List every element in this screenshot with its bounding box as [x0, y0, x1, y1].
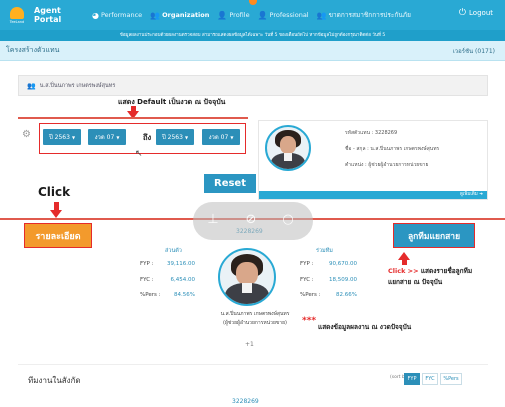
- to-period-value: งวด 07: [208, 134, 229, 141]
- personal-fyp-value: 39,116.00: [167, 261, 195, 267]
- record-icon[interactable]: ○: [279, 211, 297, 229]
- power-icon: ⏻: [458, 8, 467, 18]
- team-section-title: ทีมงานในสังกัด: [28, 376, 81, 385]
- agent-code-label: รหัสตัวแทน :: [345, 130, 374, 136]
- team-pers-value: 82.66%: [336, 292, 357, 298]
- personal-header: ส่วนตัว: [165, 248, 182, 254]
- team-section: ทีมงานในสังกัด (sort by) FYP FYC %Pers: [18, 364, 488, 394]
- agent-name-label: ชื่อ - สกุล :: [345, 146, 369, 152]
- sort-fyp-button[interactable]: FYP: [404, 373, 420, 385]
- annotation-note-line2: แยกสาย ณ ปัจจุบัน: [388, 278, 443, 286]
- annotation-click-prefix: Click >>: [388, 267, 419, 275]
- to-year-select[interactable]: ปี 2563 ▼: [156, 129, 194, 145]
- annotation-click-label: Click: [38, 185, 71, 199]
- personal-pers-value: 84.56%: [174, 292, 195, 298]
- team-fyc-value: 18,509.00: [329, 277, 357, 283]
- nav-item-label: Profile: [229, 11, 250, 19]
- nav-item-label: Professional: [269, 11, 309, 19]
- annotation-team-note: Click >> แสดงรายชื่อลูกทีม: [388, 266, 472, 276]
- mouse-cursor-icon: ↖: [135, 149, 143, 159]
- page-title-bar: โครงสร้างตัวแทน เวอร์ชัน (0171): [0, 41, 505, 61]
- user-tie-icon: 👤: [257, 10, 268, 20]
- logo-text: TeeLand: [9, 19, 25, 24]
- profile-more-link[interactable]: ดูเพิ่มเติม ➜: [259, 191, 487, 199]
- user-icon: 👤: [217, 10, 228, 20]
- agent-position-line: ตำแหน่ง : ผู้ช่วยผู้อำนวยการหน่วยขาย: [345, 161, 428, 169]
- annotation-performance-note: แสดงข้อมูลผลงาน ณ งวดปัจจุบัน: [318, 323, 412, 331]
- agent-name-line: ชื่อ - สกุล : น.ส.ปิ่นนภาพร เกษตรพงษ์สุน…: [345, 145, 439, 153]
- logout-button[interactable]: ⏻ Logout: [459, 8, 493, 18]
- page-title: โครงสร้างตัวแทน: [6, 46, 60, 54]
- sort-pers-button[interactable]: %Pers: [440, 373, 462, 385]
- brand-logo[interactable]: TeeLand: [4, 2, 30, 28]
- agent-profile-card: รหัสตัวแทน : 3228269 ชื่อ - สกุล : น.ส.ป…: [258, 120, 488, 200]
- caret-down-icon: ▼: [71, 134, 76, 140]
- personal-fyc-value: 6,454.00: [170, 277, 196, 283]
- annotation-note-line1: แสดงรายชื่อลูกทีม: [420, 267, 473, 275]
- avatar: [265, 125, 311, 171]
- nav-item-insurance[interactable]: 👥 ขาดการสมาชิกการประกันภัย: [317, 10, 411, 20]
- team-by-line-button[interactable]: ลูกทีมแยกสาย: [393, 223, 475, 248]
- center-agent-position: (ผู้ช่วยผู้อำนวยการหน่วยขาย): [223, 320, 287, 326]
- team-header: ร่วมทีม: [316, 248, 333, 254]
- nav-item-profile[interactable]: 👤 Profile: [217, 11, 249, 20]
- expand-count[interactable]: +1: [245, 341, 254, 348]
- from-period-value: งวด 07: [94, 134, 115, 141]
- brand-name: Agent Portal: [34, 6, 62, 24]
- pin-icon[interactable]: ⊥: [204, 211, 222, 229]
- fyp-label: FYP :: [140, 261, 154, 267]
- nav-item-performance[interactable]: ◕ Performance: [92, 11, 142, 20]
- from-year-value: ปี 2563: [48, 134, 70, 141]
- annotation-arrow-down: [50, 210, 62, 218]
- users-icon: 👥: [27, 81, 36, 90]
- version-label: เวอร์ชัน (0171): [452, 47, 495, 55]
- agent-name-value: น.ส.ปิ่นนภาพร เกษตรพงษ์สุนทร: [370, 146, 440, 152]
- caret-down-icon: ▼: [230, 134, 234, 140]
- team-fyp-value: 90,670.00: [329, 261, 357, 267]
- fyc-label: FYC :: [140, 277, 154, 283]
- agent-position-label: ตำแหน่ง :: [345, 162, 367, 168]
- from-period-select[interactable]: งวด 07 ▼: [88, 129, 126, 145]
- annotation-stars: ***: [302, 316, 317, 326]
- profile-more-label: ดูเพิ่มเติม: [459, 192, 478, 197]
- nav-item-professional[interactable]: 👤 Professional: [258, 11, 309, 20]
- nav-item-organization[interactable]: 👥 Organization: [150, 11, 209, 20]
- nav-item-label: Organization: [162, 11, 210, 19]
- team-member-code[interactable]: 3228269: [232, 398, 259, 405]
- dashboard-icon: ◕: [92, 10, 99, 20]
- logout-label: Logout: [469, 9, 493, 17]
- to-year-value: ปี 2563: [161, 134, 183, 141]
- nav-item-label: ขาดการสมาชิกการประกันภัย: [328, 11, 411, 19]
- annotation-arrow-stem: [402, 259, 407, 265]
- range-to-label: ถึง: [143, 133, 152, 142]
- user-breadcrumb-name: น.ส.ปิ่นนภาพร เกษตรพงษ์สุนทร: [39, 82, 116, 89]
- center-agent-name: น.ส.ปิ่นนภาพร เกษตรพงษ์สุนทร: [220, 311, 290, 317]
- nav-item-label: Performance: [100, 11, 143, 19]
- agent-code-value: 3228269: [374, 130, 398, 136]
- caret-down-icon: ▼: [116, 134, 120, 140]
- agent-position-value: ผู้ช่วยผู้อำนวยการหน่วยขาย: [368, 162, 429, 168]
- gear-icon: ⚙: [22, 129, 31, 140]
- fyc-label: FYC :: [300, 277, 314, 283]
- reset-button[interactable]: Reset: [204, 174, 256, 193]
- announcement-bar: ข้อมูลผลงานประกอบด้วยผลงานตรวจสอบ สามารถ…: [0, 30, 505, 41]
- floating-toolbar: ⊥ ⊘ ○: [193, 202, 313, 240]
- mute-icon[interactable]: ⊘: [242, 211, 260, 229]
- center-avatar: [218, 248, 276, 306]
- from-year-select[interactable]: ปี 2563 ▼: [43, 129, 81, 145]
- detail-button[interactable]: รายละเอียด: [24, 223, 92, 248]
- user-breadcrumb[interactable]: 👥 น.ส.ปิ่นนภาพร เกษตรพงษ์สุนทร: [18, 75, 488, 96]
- users-icon: 👥: [150, 10, 161, 20]
- arrow-right-icon: ➜: [479, 192, 483, 197]
- to-period-select[interactable]: งวด 07 ▼: [202, 129, 240, 145]
- users-group-icon: 👥: [316, 10, 327, 20]
- fyp-label: FYP :: [300, 261, 314, 267]
- agent-code-line: รหัสตัวแทน : 3228269: [345, 129, 397, 137]
- caret-down-icon: ▼: [184, 134, 189, 140]
- sort-fyc-button[interactable]: FYC: [422, 373, 438, 385]
